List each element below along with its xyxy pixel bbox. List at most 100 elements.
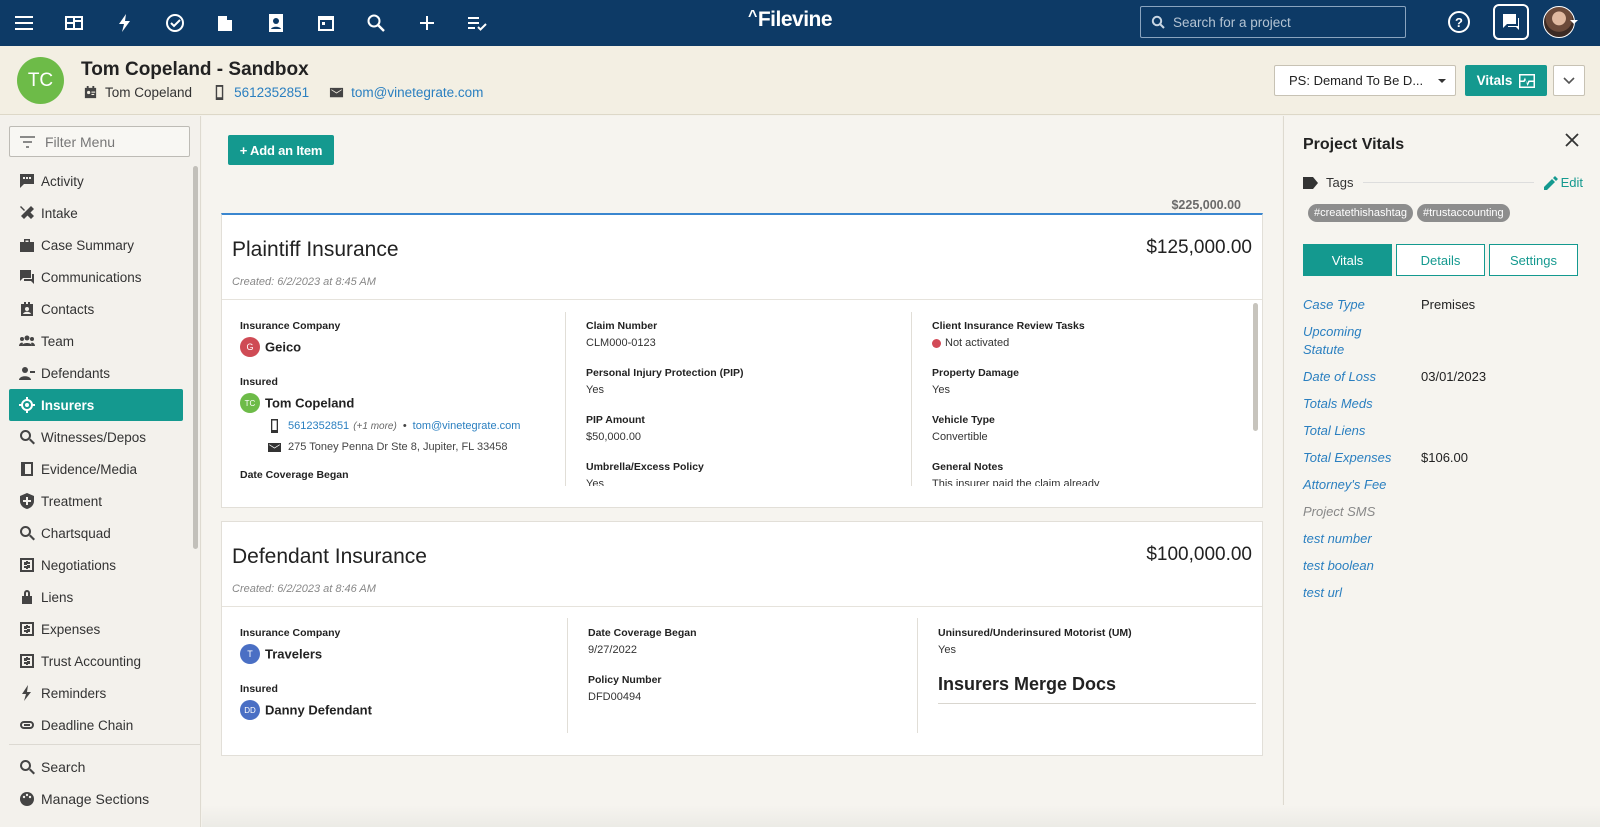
sidebar-item-treatment[interactable]: Treatment bbox=[9, 485, 183, 517]
defendant-insurance-card[interactable]: Defendant Insurance $100,000.00 Created:… bbox=[221, 521, 1263, 756]
more-numbers[interactable]: (+1 more) bbox=[353, 421, 397, 432]
link-icon bbox=[20, 721, 34, 729]
vital-label[interactable]: test boolean bbox=[1303, 557, 1421, 575]
add-item-button[interactable]: + Add an Item bbox=[228, 135, 334, 165]
vital-label[interactable]: Total Expenses bbox=[1303, 449, 1421, 467]
lightning-icon[interactable] bbox=[112, 10, 138, 36]
sidebar-item-activity[interactable]: Activity bbox=[9, 165, 183, 197]
vital-row: test url bbox=[1303, 584, 1583, 602]
vital-label[interactable]: Case Type bbox=[1303, 296, 1421, 314]
search-icon bbox=[20, 760, 35, 775]
project-vitals-panel: Project Vitals Tags Edit #createthishash… bbox=[1283, 116, 1600, 827]
chat-icon bbox=[20, 270, 34, 284]
user-avatar[interactable] bbox=[1543, 6, 1578, 38]
sidebar-item-search[interactable]: Search bbox=[9, 751, 200, 783]
sidebar-item-expenses[interactable]: Expenses bbox=[9, 613, 183, 645]
sidebar-item-evidence-media[interactable]: Evidence/Media bbox=[9, 453, 183, 485]
insured-field: Insured TC Tom Copeland 5612352851 (+1 mo… bbox=[240, 376, 520, 454]
client-name[interactable]: Tom Copeland bbox=[105, 85, 192, 100]
card-created: Created: 6/2/2023 at 8:45 AM bbox=[232, 276, 376, 288]
tab-vitals[interactable]: Vitals bbox=[1303, 244, 1392, 276]
insured-address: 275 Toney Penna Dr Ste 8, Jupiter, FL 33… bbox=[288, 441, 508, 453]
sidebar-item-liens[interactable]: Liens bbox=[9, 581, 183, 613]
tag-chip[interactable]: #createthishashtag bbox=[1308, 204, 1413, 222]
merge-docs-title[interactable]: Insurers Merge Docs bbox=[938, 674, 1256, 704]
vital-label[interactable]: Total Liens bbox=[1303, 422, 1421, 440]
company-name[interactable]: Geico bbox=[265, 340, 301, 355]
dashboard-icon[interactable] bbox=[61, 10, 87, 36]
vital-label[interactable]: Date of Loss bbox=[1303, 368, 1421, 386]
plus-icon[interactable] bbox=[414, 10, 440, 36]
sidebar-item-label: Team bbox=[41, 333, 75, 349]
phase-dropdown[interactable]: PS: Demand To Be D... bbox=[1274, 65, 1456, 96]
sidebar-item-reminders[interactable]: Reminders bbox=[9, 677, 183, 709]
plaintiff-insurance-card[interactable]: Plaintiff Insurance $125,000.00 Created:… bbox=[221, 213, 1263, 508]
sidebar-scrollbar[interactable] bbox=[193, 166, 198, 549]
sidebar-item-label: Reminders bbox=[41, 685, 107, 701]
sidebar-item-intake[interactable]: Intake bbox=[9, 197, 183, 229]
menu-icon[interactable] bbox=[11, 10, 37, 36]
sidebar-item-chartsquad[interactable]: Chartsquad bbox=[9, 517, 183, 549]
sidebar-item-label: Chartsquad bbox=[41, 525, 111, 541]
sidebar-item-witnesses-depos[interactable]: Witnesses/Depos bbox=[9, 421, 183, 453]
sidebar-item-contacts[interactable]: Contacts bbox=[9, 293, 183, 325]
insured-phone-link[interactable]: 5612352851 bbox=[288, 420, 349, 432]
sidebar-item-team[interactable]: Team bbox=[9, 325, 183, 357]
vital-label[interactable]: test number bbox=[1303, 530, 1421, 548]
insurance-company-field: Insurance Company T Travelers bbox=[240, 627, 340, 664]
calendar-icon[interactable] bbox=[313, 10, 339, 36]
vital-value[interactable]: $106.00 bbox=[1421, 449, 1468, 467]
activity-icon bbox=[20, 174, 34, 188]
insured-name[interactable]: Tom Copeland bbox=[265, 396, 354, 411]
insured-email-link[interactable]: tom@vinetegrate.com bbox=[413, 420, 521, 432]
filevine-logo[interactable]: ^ Filevine bbox=[748, 8, 833, 32]
tab-settings[interactable]: Settings bbox=[1489, 244, 1578, 276]
help-icon[interactable]: ? bbox=[1448, 11, 1470, 33]
sidebar-item-case-summary[interactable]: Case Summary bbox=[9, 229, 183, 261]
vital-label[interactable]: Upcoming Statute bbox=[1303, 323, 1383, 359]
more-options-button[interactable] bbox=[1553, 65, 1585, 96]
tag-chip[interactable]: #trustaccounting bbox=[1416, 204, 1510, 222]
client-phone-link[interactable]: 5612352851 bbox=[234, 85, 309, 100]
briefcase-icon[interactable] bbox=[212, 10, 238, 36]
filter-menu[interactable] bbox=[9, 126, 190, 157]
search-icon[interactable] bbox=[363, 10, 389, 36]
chat-button[interactable] bbox=[1493, 4, 1529, 40]
vital-label[interactable]: test url bbox=[1303, 584, 1421, 602]
tasks-icon[interactable] bbox=[464, 10, 490, 36]
vital-value[interactable]: 03/01/2023 bbox=[1421, 368, 1486, 386]
property-damage-field: Property Damage Yes bbox=[932, 367, 1019, 396]
company-name[interactable]: Travelers bbox=[265, 647, 322, 662]
filter-menu-input[interactable] bbox=[45, 133, 185, 150]
tags-row: Tags Edit bbox=[1303, 175, 1583, 190]
vital-label[interactable]: Project SMS bbox=[1303, 503, 1421, 521]
check-circle-icon[interactable] bbox=[162, 10, 188, 36]
edit-tags-button[interactable]: Edit bbox=[1543, 175, 1583, 190]
field-value: Yes bbox=[586, 384, 604, 396]
sidebar-item-manage-sections[interactable]: Manage Sections bbox=[9, 783, 200, 815]
close-icon[interactable] bbox=[1564, 132, 1580, 148]
vital-value[interactable]: Premises bbox=[1421, 296, 1475, 314]
sidebar-item-defendants[interactable]: Defendants bbox=[9, 357, 183, 389]
contacts-icon[interactable] bbox=[263, 10, 289, 36]
insured-badge: TC bbox=[240, 393, 260, 413]
vital-label[interactable]: Attorney's Fee bbox=[1303, 476, 1421, 494]
project-avatar[interactable]: TC bbox=[17, 57, 64, 104]
sidebar-item-deadline-chain[interactable]: Deadline Chain bbox=[9, 709, 183, 741]
vital-label[interactable]: Totals Meds bbox=[1303, 395, 1421, 413]
tab-details[interactable]: Details bbox=[1396, 244, 1485, 276]
project-header: TC Tom Copeland - Sandbox Tom Copeland 5… bbox=[0, 46, 1600, 115]
field-value: This insurer paid the claim already bbox=[932, 478, 1100, 486]
sidebar-item-trust-accounting[interactable]: Trust Accounting bbox=[9, 645, 183, 677]
vitals-button[interactable]: Vitals bbox=[1465, 65, 1547, 96]
field-value: Yes bbox=[586, 478, 604, 486]
card-scrollbar[interactable] bbox=[1253, 303, 1258, 431]
project-search[interactable] bbox=[1140, 6, 1406, 38]
book-icon bbox=[21, 462, 33, 476]
sidebar-item-insurers[interactable]: Insurers bbox=[9, 389, 183, 421]
sidebar-item-negotiations[interactable]: Negotiations bbox=[9, 549, 183, 581]
project-search-input[interactable] bbox=[1173, 14, 1393, 30]
insured-name[interactable]: Danny Defendant bbox=[265, 703, 372, 718]
sidebar-item-communications[interactable]: Communications bbox=[9, 261, 183, 293]
client-email-link[interactable]: tom@vinetegrate.com bbox=[351, 85, 483, 100]
